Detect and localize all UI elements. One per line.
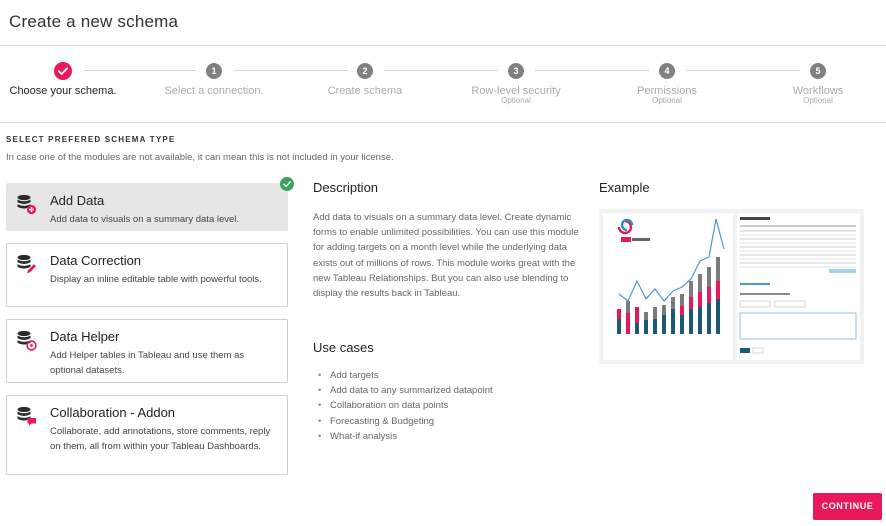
option-title: Add Data xyxy=(50,193,105,208)
option-data-helper[interactable]: Data Helper Add Helper tables in Tableau… xyxy=(6,319,288,383)
example-heading: Example xyxy=(599,180,650,195)
option-collaboration-addon[interactable]: Collaboration - Addon Collaborate, add a… xyxy=(6,395,288,475)
use-case-item: Add data to any summarized datapoint xyxy=(316,385,493,400)
use-case-item: Collaboration on data points xyxy=(316,400,493,415)
option-title: Data Correction xyxy=(50,253,142,268)
step-permissions[interactable]: 4 Permissions Optional xyxy=(602,63,732,105)
step-optional-label: Optional xyxy=(652,96,682,105)
option-add-data[interactable]: Add Data Add data to visuals on a summar… xyxy=(6,183,288,231)
selected-check-icon xyxy=(280,177,294,191)
database-helper-icon xyxy=(17,330,37,351)
page-title: Create a new schema xyxy=(9,12,179,31)
database-edit-icon xyxy=(17,254,36,274)
step-label: Select a connection. xyxy=(164,85,264,97)
step-optional-label: Optional xyxy=(501,96,531,105)
database-comment-icon xyxy=(17,406,36,426)
option-title: Collaboration - Addon xyxy=(50,405,176,420)
description-heading: Description xyxy=(313,180,379,195)
option-description: Display an inline editable table with po… xyxy=(50,274,262,285)
stepper: Choose your schema. 1 Select a connectio… xyxy=(0,46,886,123)
continue-button[interactable]: CONTINUE xyxy=(813,493,882,520)
step-label: Choose your schema. xyxy=(9,85,117,97)
description-text: Add data to visuals on a summary data le… xyxy=(313,212,579,300)
step-number: 1 xyxy=(206,63,222,79)
step-complete-badge xyxy=(54,62,72,80)
step-label: Create schema xyxy=(327,85,403,97)
option-data-correction[interactable]: Data Correction Display an inline editab… xyxy=(6,243,288,307)
database-add-icon xyxy=(17,194,37,215)
step-number: 5 xyxy=(810,63,826,79)
option-description: Collaborate, add annotations, store comm… xyxy=(50,426,271,452)
step-select-connection[interactable]: 1 Select a connection. xyxy=(149,63,279,97)
option-title: Data Helper xyxy=(50,329,120,344)
option-description: Add Helper tables in Tableau and use the… xyxy=(50,350,245,376)
use-case-item: Add targets xyxy=(316,370,493,385)
use-case-item: What-if analysis xyxy=(316,431,493,446)
header: Create a new schema xyxy=(0,0,886,46)
step-choose-schema[interactable]: Choose your schema. xyxy=(0,62,128,97)
checkmark-icon xyxy=(57,67,69,75)
use-cases-list: Add targets Add data to any summarized d… xyxy=(316,370,493,446)
step-number: 2 xyxy=(357,63,373,79)
step-workflows[interactable]: 5 Workflows Optional xyxy=(753,63,883,105)
use-case-item: Forecasting & Budgeting xyxy=(316,416,493,431)
step-number: 3 xyxy=(508,63,524,79)
license-note: In case one of the modules are not avail… xyxy=(6,152,394,163)
step-row-level-security[interactable]: 3 Row-level security Optional xyxy=(451,63,581,105)
step-optional-label: Optional xyxy=(803,96,833,105)
example-screenshot xyxy=(599,209,864,364)
step-create-schema[interactable]: 2 Create schema xyxy=(300,63,430,97)
step-number: 4 xyxy=(659,63,675,79)
use-cases-heading: Use cases xyxy=(313,340,374,355)
option-description: Add data to visuals on a summary data le… xyxy=(50,214,240,225)
section-title: SELECT PREFERED SCHEMA TYPE xyxy=(6,135,176,144)
